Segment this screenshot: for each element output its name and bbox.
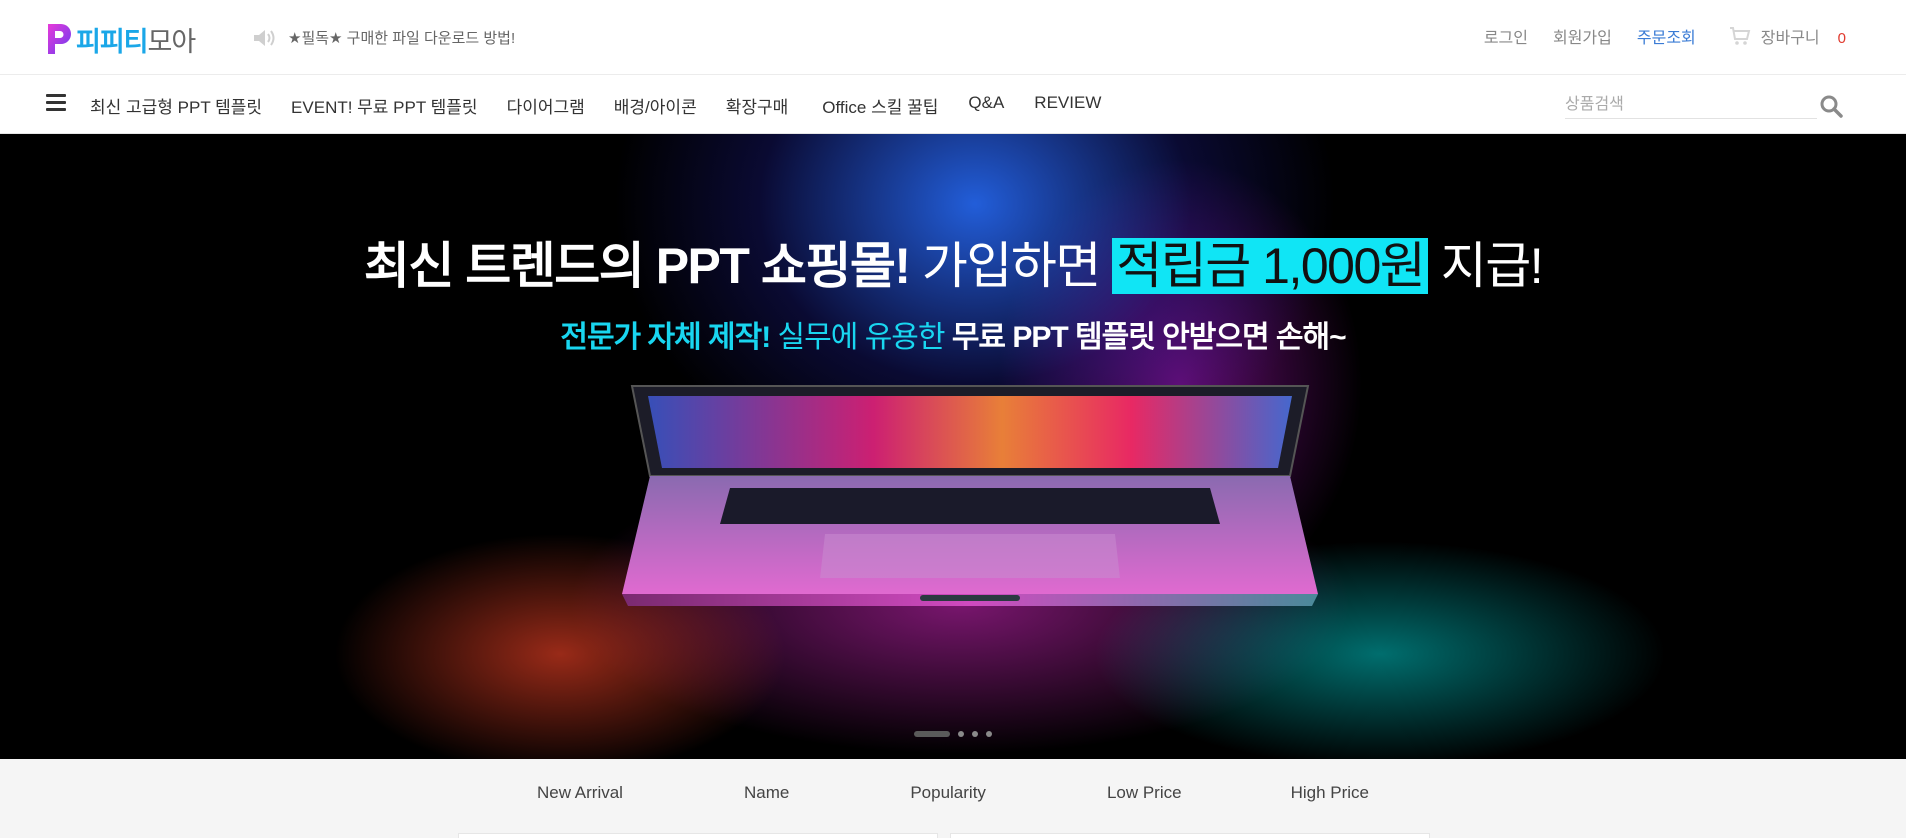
nav-item-qna[interactable]: Q&A — [968, 93, 1004, 118]
signup-link[interactable]: 회원가입 — [1553, 24, 1612, 48]
login-link[interactable]: 로그인 — [1484, 24, 1528, 48]
hamburger-icon[interactable] — [46, 94, 66, 112]
product-card-edges — [0, 833, 1906, 838]
hero-headline: 최신 트렌드의 PPT 쇼핑몰! 가입하면 적립금 1,000원 지급! — [0, 226, 1906, 298]
product-card-edge-1 — [458, 833, 938, 838]
sort-popularity[interactable]: Popularity — [910, 783, 986, 803]
nav-item-free-templates[interactable]: EVENT! 무료 PPT 템플릿 — [291, 93, 478, 118]
logo-text-b: 모아 — [147, 26, 197, 57]
hero-sub-b: 실무에 유용한 — [770, 321, 952, 354]
product-card-edge-2 — [950, 833, 1430, 838]
utility-links: 로그인 회원가입 주문조회 장바구니 0 — [1459, 24, 1846, 48]
logo-text-a: 피피티 — [76, 26, 149, 57]
sort-high-price[interactable]: High Price — [1291, 783, 1369, 803]
nav-item-diagrams[interactable]: 다이어그램 — [507, 93, 585, 118]
cart-label: 장바구니 — [1760, 30, 1820, 47]
site-logo[interactable]: 피피티모아 — [46, 20, 197, 59]
logo-text: 피피티모아 — [76, 20, 197, 59]
hero-headline-normal: 가입하면 — [909, 238, 1113, 294]
sort-options: New Arrival Name Popularity Low Price Hi… — [0, 783, 1906, 803]
slide-dot-3[interactable] — [972, 731, 978, 737]
p-logo-icon — [48, 24, 71, 54]
hero-sub-c: 무료 PPT 템플릿 안받으면 손해~ — [951, 321, 1347, 354]
sort-new-arrival[interactable]: New Arrival — [537, 783, 623, 803]
slide-indicators — [0, 731, 1906, 737]
search-icon[interactable] — [1819, 94, 1843, 118]
sort-bar: New Arrival Name Popularity Low Price Hi… — [0, 759, 1906, 838]
nav-item-office-tips[interactable]: Office 스킬 꿀팁 — [822, 93, 938, 118]
notice-banner[interactable]: ★필독★ 구매한 파일 다운로드 방법! — [252, 27, 515, 48]
category-menu: 최신 고급형 PPT 템플릿 EVENT! 무료 PPT 템플릿 다이어그램 배… — [90, 93, 1101, 118]
search-box — [1565, 89, 1855, 119]
cart-count-badge: 0 — [1837, 29, 1846, 47]
cart-icon — [1729, 27, 1751, 45]
slide-dot-2[interactable] — [958, 731, 964, 737]
hero-banner[interactable]: 최신 트렌드의 PPT 쇼핑몰! 가입하면 적립금 1,000원 지급! 전문가… — [0, 134, 1906, 759]
search-input[interactable] — [1565, 89, 1817, 119]
slide-dot-4[interactable] — [986, 731, 992, 737]
hero-headline-bold: 최신 트렌드의 PPT 쇼핑몰! — [363, 238, 911, 294]
hero-sub-a: 전문가 자체 제작! — [560, 321, 771, 354]
hero-headline-end: 지급! — [1428, 238, 1544, 294]
hero-headline-highlight: 적립금 1,000원 — [1112, 238, 1429, 294]
sort-low-price[interactable]: Low Price — [1107, 783, 1182, 803]
main-nav: 최신 고급형 PPT 템플릿 EVENT! 무료 PPT 템플릿 다이어그램 배… — [0, 75, 1906, 134]
slide-dot-1[interactable] — [914, 731, 950, 737]
nav-item-review[interactable]: REVIEW — [1034, 93, 1101, 118]
nav-item-extended-purchase[interactable]: 확장구매 — [726, 93, 789, 118]
cart-link[interactable]: 장바구니 0 — [1729, 24, 1846, 48]
order-lookup-link[interactable]: 주문조회 — [1637, 24, 1696, 48]
speaker-icon — [254, 29, 275, 46]
top-bar: 피피티모아 ★필독★ 구매한 파일 다운로드 방법! 로그인 회원가입 주문조회… — [0, 0, 1906, 75]
sort-name[interactable]: Name — [744, 783, 789, 803]
hero-subheadline: 전문가 자체 제작! 실무에 유용한 무료 PPT 템플릿 안받으면 손해~ — [0, 312, 1906, 356]
laptop-illustration — [622, 385, 1318, 606]
nav-item-backgrounds-icons[interactable]: 배경/아이콘 — [614, 93, 697, 118]
notice-text: ★필독★ 구매한 파일 다운로드 방법! — [288, 30, 516, 47]
nav-item-premium-templates[interactable]: 최신 고급형 PPT 템플릿 — [90, 93, 262, 118]
